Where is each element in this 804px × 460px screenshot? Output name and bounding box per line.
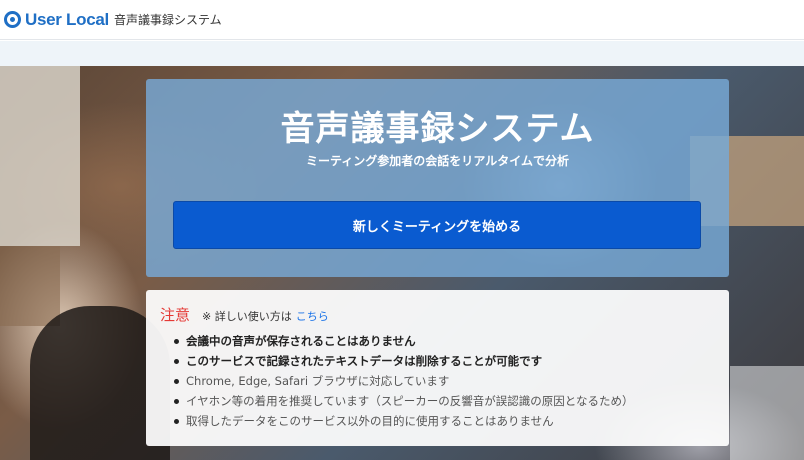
background-laptop bbox=[730, 366, 804, 460]
notice-item: このサービスで記録されたテキストデータは削除することが可能です bbox=[172, 351, 715, 371]
page-title: 音声議事録システム bbox=[280, 109, 595, 149]
notice-box: 注意 ※ 詳しい使い方は こちら 会議中の音声が保存されることはありません この… bbox=[146, 290, 729, 446]
user-local-logo[interactable]: User Local bbox=[4, 10, 109, 30]
start-meeting-button[interactable]: 新しくミーティングを始める bbox=[173, 201, 701, 249]
notice-header: 注意 ※ 詳しい使い方は こちら bbox=[160, 304, 715, 325]
header-title: 音声議事録システム bbox=[113, 13, 222, 27]
usage-guide-link[interactable]: こちら bbox=[296, 308, 329, 324]
background-shelf bbox=[0, 246, 60, 326]
notice-item: 会議中の音声が保存されることはありません bbox=[172, 331, 715, 351]
page-subtitle: ミーティング参加者の会話をリアルタイムで分析 bbox=[306, 154, 569, 168]
notice-item: Chrome, Edge, Safari ブラウザに対応しています bbox=[172, 371, 715, 391]
notice-item: イヤホン等の着用を推奨しています（スピーカーの反響音が誤認識の原因となるため） bbox=[172, 391, 715, 411]
brand-name: User Local bbox=[25, 9, 109, 29]
notice-list: 会議中の音声が保存されることはありません このサービスで記録されたテキストデータ… bbox=[160, 331, 715, 431]
user-local-logo-icon bbox=[4, 11, 21, 28]
notice-item: 取得したデータをこのサービス以外の目的に使用することはありません bbox=[172, 411, 715, 431]
background-window bbox=[0, 66, 80, 246]
hero-panel: 音声議事録システム ミーティング参加者の会話をリアルタイムで分析 新しくミーティ… bbox=[146, 79, 729, 277]
header: User Local 音声議事録システム bbox=[0, 0, 804, 40]
notice-hint: ※ 詳しい使い方は bbox=[202, 310, 292, 323]
header-strip bbox=[0, 41, 804, 66]
notice-title: 注意 bbox=[160, 306, 191, 324]
